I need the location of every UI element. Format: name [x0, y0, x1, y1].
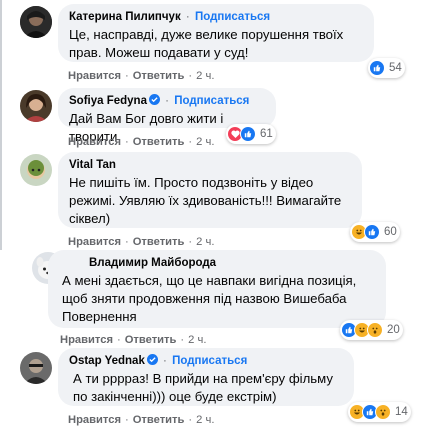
comment-bubble: Владимир Майборода А мені здається, що ц…: [48, 250, 386, 328]
reply-button[interactable]: Ответить: [133, 136, 185, 148]
follow-button[interactable]: Подписаться: [172, 355, 247, 367]
avatar[interactable]: [20, 352, 52, 384]
like-button[interactable]: Нравится: [60, 334, 113, 346]
reaction-count: 61: [260, 128, 273, 140]
timestamp[interactable]: 2 ч.: [196, 414, 214, 426]
comment-actions: Нравится · Ответить · 2 ч.: [68, 70, 215, 82]
comment-actions: Нравится · Ответить · 2 ч.: [68, 236, 215, 248]
reactions-badge[interactable]: 54: [368, 58, 405, 78]
comment-author[interactable]: Vital Tan: [69, 159, 116, 171]
follow-button[interactable]: Подписаться: [195, 11, 270, 23]
reaction-count: 20: [387, 324, 400, 336]
comment-actions: Нравится · Ответить · 2 ч.: [60, 334, 207, 346]
comment-text: Не пишіть їм. Просто подзвоніть у відео …: [69, 175, 342, 226]
verified-badge-icon: [146, 354, 158, 365]
like-reaction-icon: [240, 126, 256, 142]
comment-actions: Нравится · Ответить · 2 ч.: [68, 414, 215, 426]
like-reaction-icon: [364, 224, 380, 240]
comment-text: Це, насправді, дуже велике порушення тво…: [69, 27, 344, 60]
reaction-count: 54: [389, 62, 402, 74]
comment-actions: Нравится · Ответить · 2 ч.: [68, 136, 215, 148]
thread-line: [0, 0, 2, 250]
verified-badge-icon: [148, 94, 160, 105]
timestamp[interactable]: 2 ч.: [196, 236, 214, 248]
comment-text: А мені здається, що це навпаки вигідна п…: [62, 273, 357, 324]
like-button[interactable]: Нравится: [68, 236, 121, 248]
comment-bubble: Vital Tan Не пишіть їм. Просто подзвоніт…: [58, 152, 362, 228]
reply-button[interactable]: Ответить: [133, 236, 185, 248]
reply-button[interactable]: Ответить: [133, 414, 185, 426]
like-button[interactable]: Нравится: [68, 70, 121, 82]
wow-reaction-icon: [367, 322, 383, 338]
timestamp[interactable]: 2 ч.: [196, 136, 214, 148]
timestamp[interactable]: 2 ч.: [188, 334, 206, 346]
reaction-count: 60: [384, 226, 397, 238]
reaction-count: 14: [395, 406, 408, 418]
follow-button[interactable]: Подписаться: [174, 95, 249, 107]
comment-author[interactable]: Катерина Пилипчук: [69, 11, 181, 23]
avatar[interactable]: [20, 6, 52, 38]
reactions-badge[interactable]: 14: [348, 402, 411, 422]
wow-reaction-icon: [375, 404, 391, 420]
comment-text: А ти ррррaз! В прийди на прем'єру фільму…: [73, 371, 333, 404]
like-reaction-icon: [369, 60, 385, 76]
like-button[interactable]: Нравится: [68, 136, 121, 148]
comment-bubble: Катерина Пилипчук · Подписаться Це, насп…: [58, 4, 374, 62]
reactions-badge[interactable]: 61: [226, 124, 276, 144]
timestamp[interactable]: 2 ч.: [196, 70, 214, 82]
reactions-badge[interactable]: 60: [350, 222, 400, 242]
avatar[interactable]: [20, 154, 52, 186]
comment-author[interactable]: Ostap Yednak: [69, 355, 145, 367]
comment-bubble: Ostap Yednak · Подписаться А ти ррррaз! …: [58, 348, 354, 406]
comment-author[interactable]: Sofiya Fedyna: [69, 95, 147, 107]
reply-button[interactable]: Ответить: [125, 334, 177, 346]
comment-author[interactable]: Владимир Майборода: [89, 257, 216, 269]
like-button[interactable]: Нравится: [68, 414, 121, 426]
comment-bubble: Sofiya Fedyna · Подписаться Дай Вам Бог …: [58, 88, 276, 144]
avatar[interactable]: [20, 90, 52, 122]
reply-button[interactable]: Ответить: [133, 70, 185, 82]
reactions-badge[interactable]: 20: [340, 320, 403, 340]
